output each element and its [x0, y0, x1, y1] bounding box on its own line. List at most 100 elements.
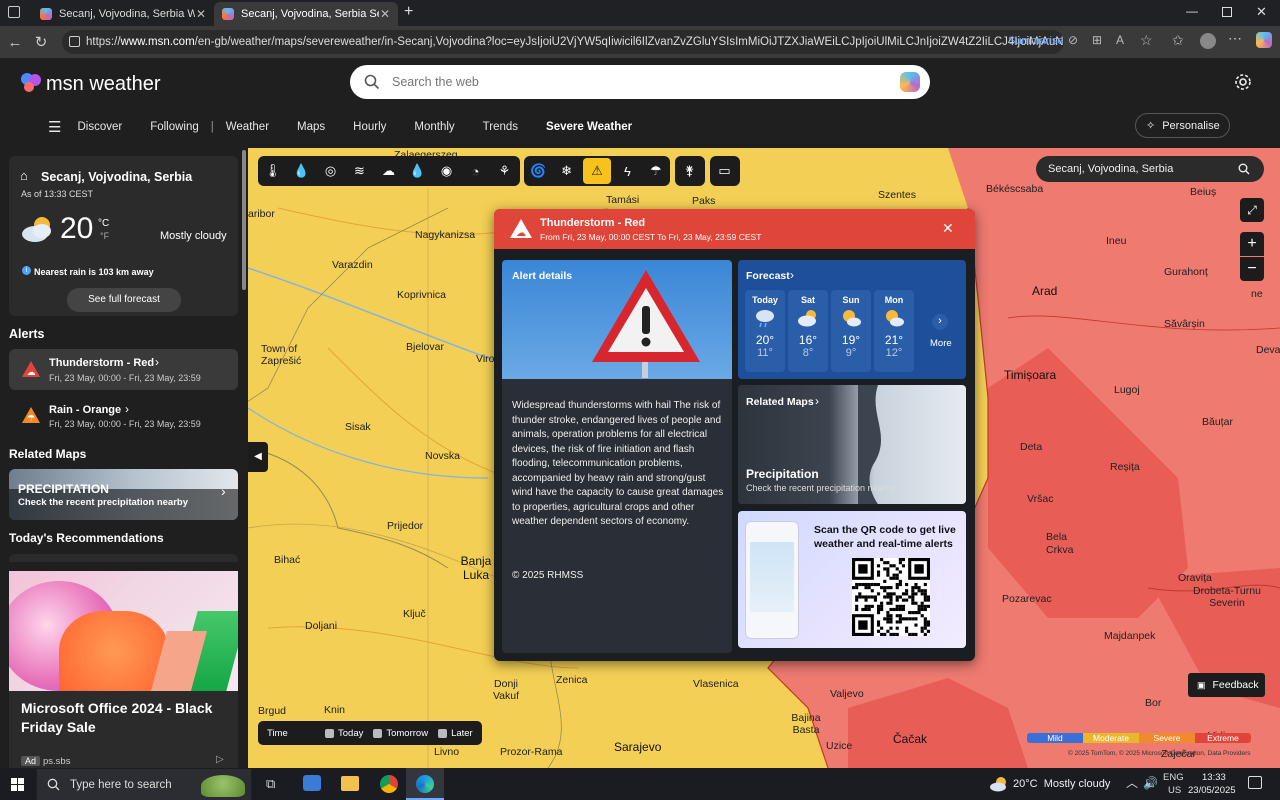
- forecast-card[interactable]: Forecast › Today 20° 11° Sat 16° 8° Sun …: [738, 260, 966, 379]
- wind-layer-icon[interactable]: ◎: [316, 156, 345, 186]
- checkbox-today[interactable]: [325, 728, 334, 738]
- temperature-layer-icon[interactable]: 🌡: [258, 156, 287, 186]
- taskbar-search[interactable]: Type here to search: [37, 769, 251, 800]
- nav-monthly[interactable]: Monthly: [414, 121, 454, 133]
- edge-taskbar-button[interactable]: [406, 768, 444, 800]
- notification-icon[interactable]: [1248, 776, 1262, 789]
- favorites-icon[interactable]: ✩: [1172, 32, 1184, 49]
- brand-title[interactable]: msn weather: [46, 73, 161, 96]
- summarise-button[interactable]: Summarise: [1008, 35, 1064, 47]
- refresh-icon[interactable]: ↻: [28, 33, 54, 51]
- wind-flow-layer-icon[interactable]: ≋: [345, 156, 374, 186]
- map-search-box[interactable]: Secanj, Vojvodina, Serbia: [1036, 156, 1264, 182]
- visibility-layer-icon[interactable]: ◉: [432, 156, 461, 186]
- windows-start-icon[interactable]: [11, 778, 24, 791]
- pressure-layer-icon[interactable]: ◔: [461, 156, 490, 186]
- profile-avatar[interactable]: [1200, 33, 1216, 49]
- copilot-icon[interactable]: [1256, 32, 1272, 48]
- file-explorer-icon[interactable]: [341, 776, 359, 791]
- tab-weather[interactable]: Secanj, Vojvodina, Serbia Weathe ✕: [32, 2, 214, 26]
- forecast-day-mon[interactable]: Mon 21° 12°: [874, 290, 914, 372]
- settings-gear-icon[interactable]: [1234, 73, 1252, 91]
- nav-following[interactable]: Following: [150, 121, 199, 133]
- hurricane-layer-icon[interactable]: 🌀: [524, 156, 552, 186]
- humidity-layer-icon[interactable]: 💧: [403, 156, 432, 186]
- scrollbar[interactable]: [242, 150, 246, 290]
- precipitation-layer-icon[interactable]: 💧: [287, 156, 316, 186]
- task-view-icon[interactable]: ⧉: [266, 776, 275, 792]
- taskbar-weather[interactable]: 20°C Mostly cloudy: [1013, 778, 1110, 790]
- qr-card[interactable]: Scan the QR code to get live weather and…: [738, 511, 966, 648]
- nav-weather[interactable]: Weather: [226, 121, 269, 133]
- hail-layer-icon[interactable]: ☂: [642, 156, 670, 186]
- new-tab-icon[interactable]: +: [404, 3, 413, 21]
- more-menu-icon[interactable]: ⋯: [1228, 30, 1242, 47]
- zoom-out-button[interactable]: −: [1240, 257, 1264, 281]
- time-option-today[interactable]: Today: [338, 728, 363, 739]
- checkbox-tomorrow[interactable]: [373, 728, 383, 738]
- nav-trends[interactable]: Trends: [483, 121, 518, 133]
- zoom-in-button[interactable]: +: [1240, 232, 1264, 256]
- close-tab-icon[interactable]: ✕: [196, 7, 206, 21]
- forecast-day-sun[interactable]: Sun 19° 9°: [831, 290, 871, 372]
- copilot-search-icon[interactable]: [900, 72, 920, 92]
- alert-item-thunderstorm[interactable]: ☁ Thunderstorm - Red › Fri, 23 May, 00:0…: [9, 349, 238, 390]
- nav-discover[interactable]: Discover: [77, 121, 122, 133]
- hamburger-menu-icon[interactable]: ☰: [48, 118, 61, 136]
- more-forecast-link[interactable]: More: [930, 338, 952, 349]
- cloud-layer-icon[interactable]: ☁: [374, 156, 403, 186]
- window-menu-icon[interactable]: [8, 6, 20, 18]
- back-icon[interactable]: ←: [2, 34, 28, 51]
- fullscreen-button[interactable]: ⤢: [1240, 198, 1264, 222]
- close-icon[interactable]: ✕: [942, 220, 954, 237]
- precipitation-map-card[interactable]: PRECIPITATION Check the recent precipita…: [9, 469, 238, 520]
- search-icon[interactable]: [1238, 163, 1250, 175]
- personalise-button[interactable]: ✧ Personalise: [1135, 113, 1230, 138]
- tab-severe-weather[interactable]: Secanj, Vojvodina, Serbia Severe W ✕: [214, 2, 398, 26]
- recommendation-card[interactable]: Microsoft Office 2024 - Black Friday Sal…: [9, 571, 238, 768]
- pollen-layer-icon[interactable]: ⚘: [490, 156, 519, 186]
- alert-item-rain[interactable]: ☂ Rain - Orange › Fri, 23 May, 00:00 - F…: [9, 400, 238, 434]
- time-option-later[interactable]: Later: [451, 728, 473, 739]
- ad-info-icon[interactable]: ▷: [216, 754, 224, 765]
- maximize-icon[interactable]: [1222, 7, 1232, 17]
- language-us[interactable]: US: [1168, 785, 1181, 796]
- forecast-day-sat[interactable]: Sat 16° 8°: [788, 290, 828, 372]
- time-option-tomorrow[interactable]: Tomorrow: [386, 728, 428, 739]
- text-size-icon[interactable]: A: [1116, 33, 1124, 47]
- snow-layer-icon[interactable]: ❄: [552, 156, 580, 186]
- unit-celsius[interactable]: °C: [98, 218, 109, 229]
- close-window-icon[interactable]: ✕: [1256, 4, 1267, 20]
- minimize-icon[interactable]: —: [1186, 4, 1198, 18]
- clock-date[interactable]: 23/05/2025: [1188, 785, 1236, 796]
- favorite-icon[interactable]: ☆: [1140, 32, 1153, 49]
- search-box[interactable]: [350, 65, 930, 99]
- severe-weather-layer-icon[interactable]: ⚠: [582, 158, 612, 184]
- close-tab-icon[interactable]: ✕: [380, 7, 390, 21]
- more-arrow-icon[interactable]: ›: [932, 314, 948, 330]
- taskbar-app-icon[interactable]: [303, 775, 321, 791]
- clock-time[interactable]: 13:33: [1202, 772, 1226, 783]
- nav-hourly[interactable]: Hourly: [353, 121, 386, 133]
- language-eng[interactable]: ENG: [1163, 772, 1184, 783]
- comment-icon[interactable]: ▭: [710, 156, 739, 186]
- tray-chevron-icon[interactable]: ︿: [1126, 774, 1138, 791]
- collapse-panel-button[interactable]: ◀: [248, 442, 268, 472]
- read-aloud-icon[interactable]: ⊘: [1068, 33, 1078, 47]
- search-input[interactable]: [392, 73, 862, 91]
- see-full-forecast-button[interactable]: See full forecast: [67, 288, 181, 312]
- related-precipitation-card[interactable]: Related Maps › Precipitation Check the r…: [738, 385, 966, 504]
- site-info-icon[interactable]: [69, 36, 80, 47]
- apps-icon[interactable]: ⊞: [1092, 33, 1102, 47]
- agriculture-layer-icon[interactable]: ⚵: [675, 156, 704, 186]
- checkbox-later[interactable]: [438, 728, 448, 738]
- unit-fahrenheit[interactable]: °F: [100, 231, 109, 241]
- chrome-icon[interactable]: [380, 775, 398, 793]
- forecast-day-today[interactable]: Today 20° 11°: [745, 290, 785, 372]
- nav-severe-weather[interactable]: Severe Weather: [546, 121, 632, 133]
- lightning-layer-icon[interactable]: ϟ: [613, 156, 641, 186]
- nav-maps[interactable]: Maps: [297, 121, 325, 133]
- url-field[interactable]: https://www.msn.com/en-gb/weather/maps/s…: [62, 30, 1064, 54]
- volume-icon[interactable]: 🔊: [1143, 776, 1158, 790]
- feedback-button[interactable]: ▣ Feedback: [1188, 673, 1265, 697]
